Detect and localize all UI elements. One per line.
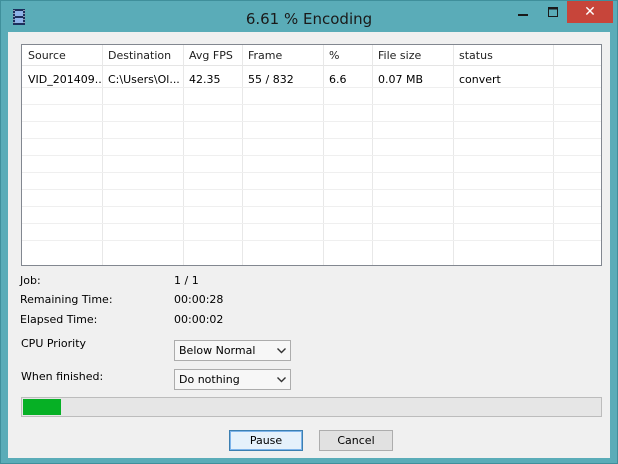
cell-file-size: 0.07 MB xyxy=(378,73,424,86)
cell-percent: 6.6 xyxy=(329,73,347,86)
grid-line xyxy=(22,206,601,207)
column-header-source[interactable]: Source xyxy=(22,45,102,65)
cell-status: convert xyxy=(459,73,501,86)
close-icon: ✕ xyxy=(584,4,596,20)
column-header-avg-fps[interactable]: Avg FPS xyxy=(183,45,242,65)
column-header-frame[interactable]: Frame xyxy=(242,45,323,65)
remaining-time-value: 00:00:28 xyxy=(174,293,224,306)
column-header-file-size[interactable]: File size xyxy=(372,45,453,65)
minimize-button[interactable] xyxy=(509,1,537,23)
list-header: Source Destination Avg FPS Frame % File … xyxy=(22,45,601,66)
encoding-progress-bar xyxy=(21,397,602,417)
when-finished-select[interactable]: Do nothing xyxy=(174,369,291,390)
column-header-destination[interactable]: Destination xyxy=(102,45,183,65)
when-finished-value: Do nothing xyxy=(179,373,240,386)
cell-destination: C:\Users\Ol... xyxy=(108,73,180,86)
column-header-status[interactable]: status xyxy=(453,45,553,65)
cpu-priority-select[interactable]: Below Normal xyxy=(174,340,291,361)
grid-line xyxy=(22,155,601,156)
chevron-down-icon xyxy=(275,370,287,389)
cpu-priority-label: CPU Priority xyxy=(21,337,87,350)
job-value: 1 / 1 xyxy=(174,274,199,287)
minimize-icon xyxy=(518,14,528,16)
chevron-down-icon xyxy=(275,341,287,360)
table-row[interactable]: VID_201409... C:\Users\Ol... 42.35 55 / … xyxy=(22,69,601,90)
grid-line xyxy=(22,121,601,122)
dialog-body: Source Destination Avg FPS Frame % File … xyxy=(8,32,610,458)
elapsed-time-label: Elapsed Time: xyxy=(20,313,98,326)
progress-fill xyxy=(23,399,61,415)
cancel-button[interactable]: Cancel xyxy=(319,430,393,451)
grid-line xyxy=(22,172,601,173)
title-bar[interactable]: 6.61 % Encoding ✕ xyxy=(1,1,617,35)
job-label: Job: xyxy=(20,274,41,287)
cpu-priority-value: Below Normal xyxy=(179,344,256,357)
close-button[interactable]: ✕ xyxy=(567,1,613,23)
when-finished-label: When finished: xyxy=(21,370,104,383)
pause-button[interactable]: Pause xyxy=(229,430,303,451)
column-header-percent[interactable]: % xyxy=(323,45,372,65)
grid-line xyxy=(22,240,601,241)
elapsed-time-value: 00:00:02 xyxy=(174,313,224,326)
maximize-icon xyxy=(548,7,558,17)
cell-avg-fps: 42.35 xyxy=(189,73,221,86)
remaining-time-label: Remaining Time: xyxy=(20,293,113,306)
grid-line xyxy=(22,104,601,105)
grid-line xyxy=(22,189,601,190)
grid-line xyxy=(22,138,601,139)
cell-frame: 55 / 832 xyxy=(248,73,294,86)
cell-source: VID_201409... xyxy=(28,73,102,86)
encoding-window: 6.61 % Encoding ✕ Source Destination Avg… xyxy=(0,0,618,464)
encoding-list[interactable]: Source Destination Avg FPS Frame % File … xyxy=(21,44,602,266)
maximize-button[interactable] xyxy=(539,1,567,23)
grid-line xyxy=(22,223,601,224)
